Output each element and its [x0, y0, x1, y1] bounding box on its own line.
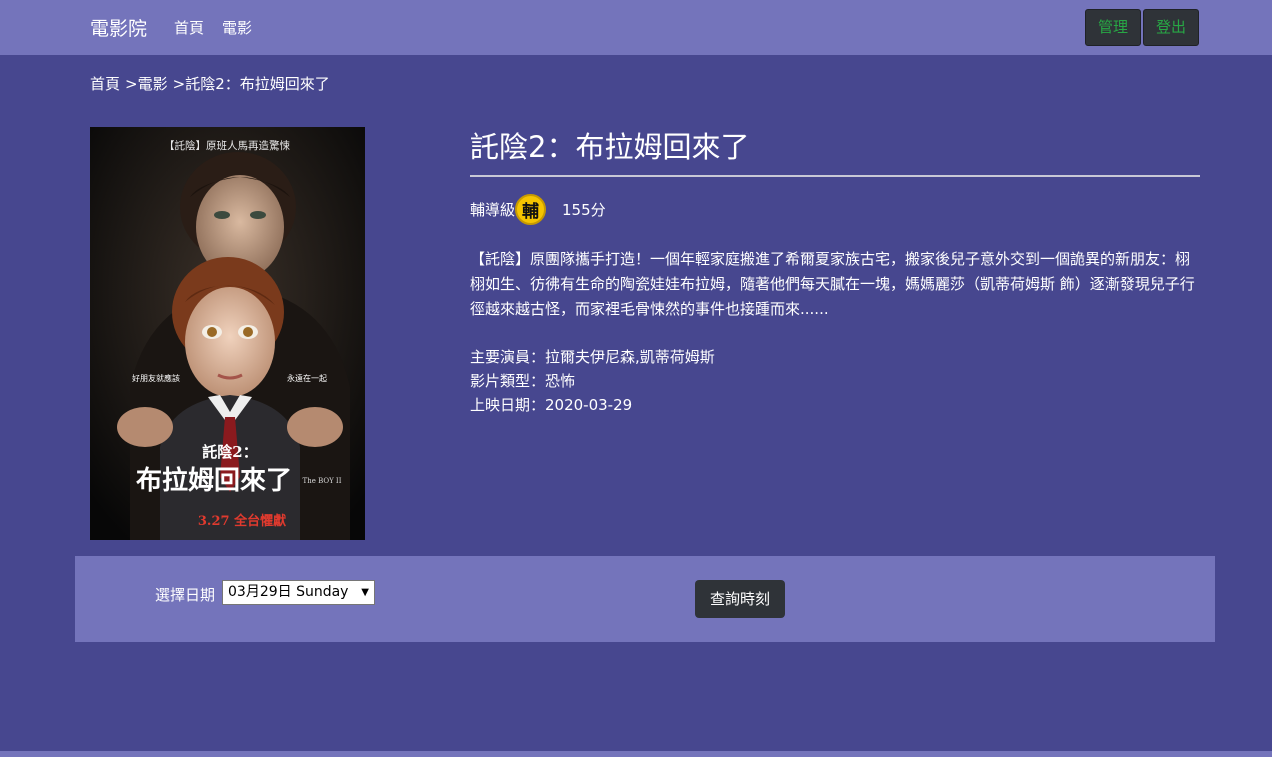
poster-left-tagline: 好朋友就應該 [132, 373, 180, 383]
movie-release-date: 上映日期：2020-03-29 [470, 396, 633, 414]
poster-top-text: 【託陰】原班人馬再造驚悚 [164, 139, 290, 152]
top-navbar: 電影院 首頁 電影 管理 登出 [0, 0, 1272, 55]
rating-badge-icon: 輔 [515, 193, 547, 225]
breadcrumb-home[interactable]: 首頁 [90, 75, 120, 93]
nav-movies-link[interactable]: 電影 [222, 17, 252, 38]
logout-button[interactable]: 登出 [1143, 9, 1199, 46]
poster-title-big: 布拉姆回來了 [136, 465, 292, 496]
movie-duration: 155分 [562, 200, 606, 219]
breadcrumb-separator: > [172, 75, 186, 93]
footer-strip [0, 751, 1272, 757]
showtime-query-panel: 選擇日期 03月29日 Sunday ▼ 查詢時刻 [75, 556, 1215, 642]
poster-right-tagline: 永遠在一起 [287, 373, 327, 383]
movie-title: 託陰2：布拉姆回來了 [470, 130, 750, 164]
query-showtimes-button[interactable]: 查詢時刻 [695, 580, 785, 618]
movie-info: 主要演員：拉爾夫伊尼森,凱蒂荷姆斯 影片類型：恐怖 上映日期：2020-03-2… [470, 345, 715, 417]
breadcrumb: 首頁 >電影 >託陰2：布拉姆回來了 [90, 73, 330, 94]
nav-home-link[interactable]: 首頁 [174, 17, 204, 38]
rating-label: 輔導級 [470, 200, 516, 219]
breadcrumb-current: 託陰2：布拉姆回來了 [185, 75, 330, 93]
admin-button[interactable]: 管理 [1085, 9, 1141, 46]
poster-title-small: 託陰2： [202, 443, 257, 461]
breadcrumb-movies[interactable]: 電影 [138, 75, 168, 93]
brand-logo[interactable]: 電影院 [90, 14, 147, 41]
movie-poster: 【託陰】原班人馬再造驚悚 好朋友就應該 永遠在一起 託陰2： 布拉姆回來了 Th… [90, 127, 365, 540]
poster-date-text: 3.27 全台懼獻 [198, 513, 286, 529]
date-select-value: 03月29日 Sunday [228, 584, 349, 600]
date-select-label: 選擇日期 [155, 586, 216, 604]
title-divider [470, 175, 1200, 177]
breadcrumb-separator: > [125, 75, 138, 93]
movie-cast: 主要演員：拉爾夫伊尼森,凱蒂荷姆斯 [470, 348, 715, 366]
movie-meta-row: 輔導級 輔 155分 [470, 193, 606, 225]
dropdown-caret-icon: ▼ [361, 587, 369, 598]
movie-description: 【託陰】原團隊攜手打造！一個年輕家庭搬進了希爾夏家族古宅，搬家後兒子意外交到一個… [470, 250, 1195, 318]
date-select[interactable]: 03月29日 Sunday ▼ [222, 580, 375, 605]
movie-genre: 影片類型：恐怖 [470, 372, 576, 390]
poster-en-title: The BOY II [303, 477, 342, 485]
